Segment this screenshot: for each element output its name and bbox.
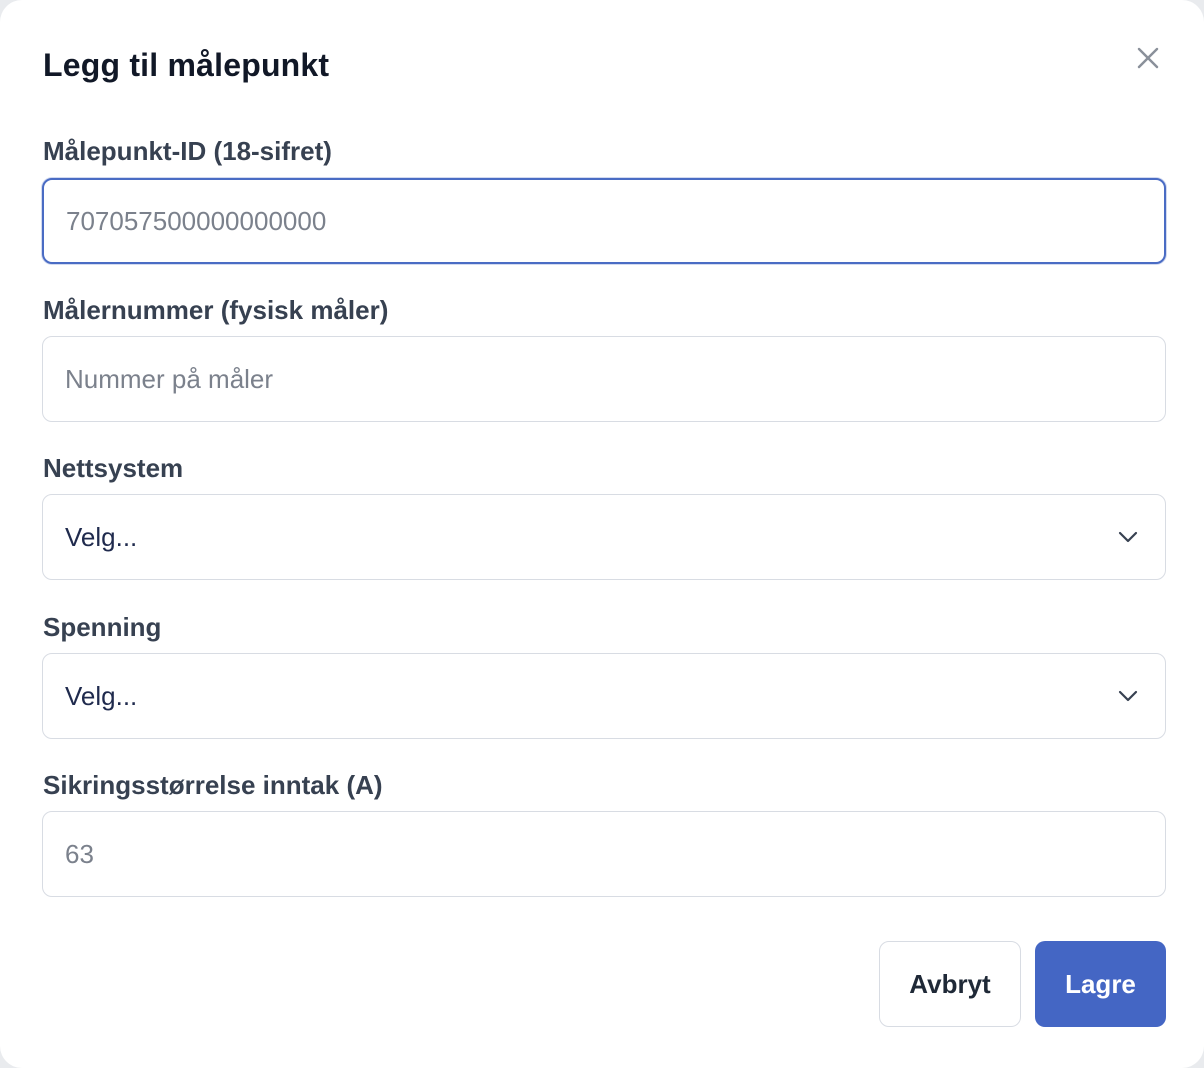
close-icon [1137,47,1159,74]
close-button[interactable] [1128,40,1168,80]
grid-system-selected-value: Velg... [65,521,138,552]
voltage-selected-value: Velg... [65,680,138,711]
save-button[interactable]: Lagre [1035,941,1166,1027]
voltage-label: Spenning [43,612,162,642]
metering-point-id-label: Målepunkt-ID (18-sifret) [43,136,332,166]
fuse-size-label: Sikringsstørrelse inntak (A) [43,770,383,800]
meter-number-label: Målernummer (fysisk måler) [43,295,389,325]
chevron-down-icon [1115,683,1141,709]
grid-system-select[interactable]: Velg... [42,494,1166,580]
metering-point-id-input[interactable] [42,178,1166,264]
chevron-down-icon [1115,524,1141,550]
voltage-select[interactable]: Velg... [42,653,1166,739]
grid-system-label: Nettsystem [43,453,184,483]
cancel-button[interactable]: Avbryt [879,941,1021,1027]
meter-number-input[interactable] [42,336,1166,422]
add-metering-point-dialog: Legg til målepunkt Målepunkt-ID (18-sifr… [0,0,1204,1068]
dialog-title: Legg til målepunkt [43,47,330,83]
fuse-size-input[interactable] [42,811,1166,897]
